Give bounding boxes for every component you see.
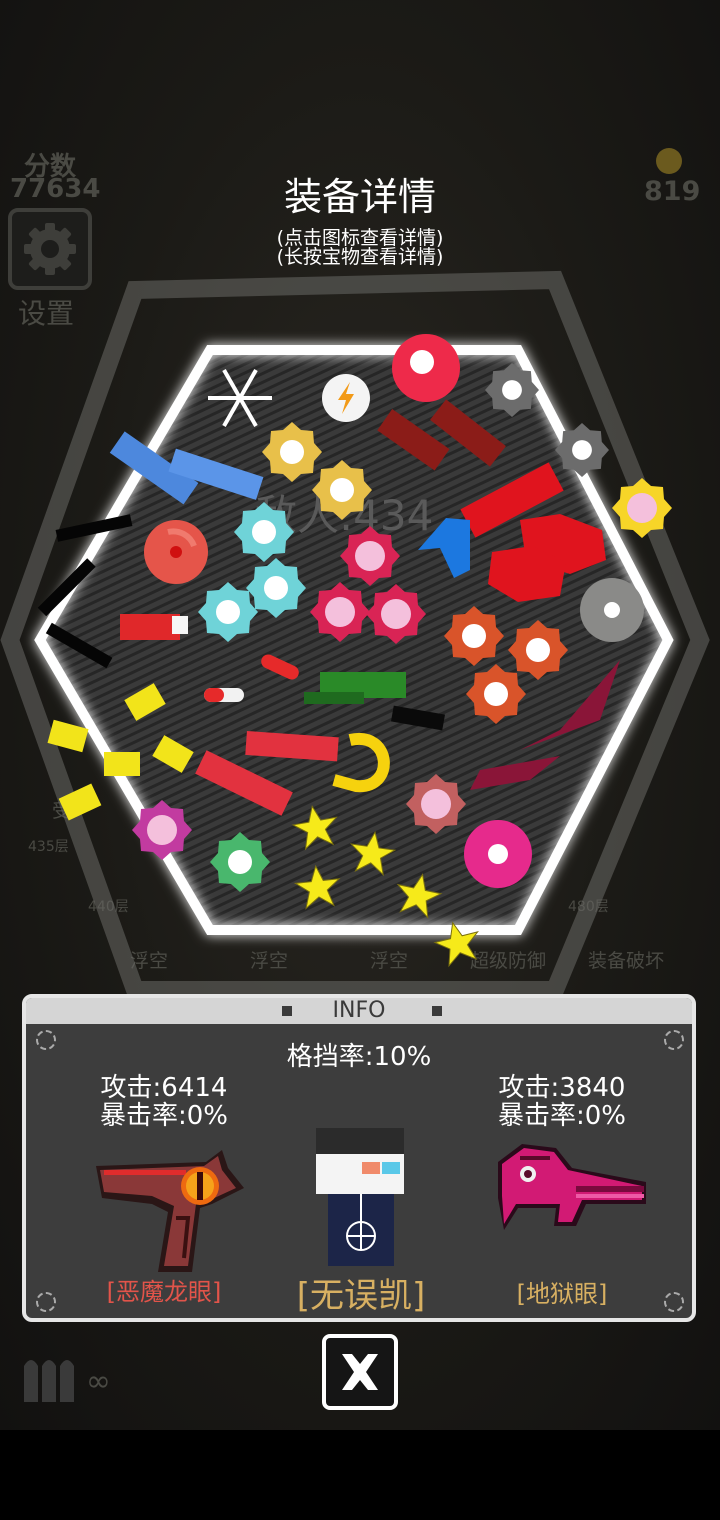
- ammo-count: ∞: [86, 1364, 111, 1399]
- red-block-item-tip: [172, 616, 188, 634]
- ammo-icon: [24, 1360, 74, 1402]
- right-weapon-name: [地狱眼]: [516, 1280, 608, 1308]
- demon-dragon-eye-weapon[interactable]: [92, 1148, 244, 1278]
- lightning-icon[interactable]: [322, 374, 370, 422]
- block-rate: 格挡率:10%: [286, 1042, 432, 1072]
- treasure-hex: 敌人:434: [0, 270, 710, 999]
- red-block-item[interactable]: [120, 614, 180, 640]
- left-weapon-crit: 暴击率:0%: [99, 1101, 228, 1131]
- gear-item-icon[interactable]: [262, 422, 322, 482]
- hell-eye-weapon[interactable]: [496, 1138, 648, 1238]
- gear-item-icon[interactable]: [198, 582, 258, 642]
- screw-icon: [664, 1292, 684, 1312]
- character-avatar[interactable]: [316, 1128, 408, 1266]
- right-weapon-crit: 暴击率:0%: [497, 1101, 626, 1131]
- gear-item-icon[interactable]: [612, 478, 672, 538]
- gear-item-icon[interactable]: [310, 582, 370, 642]
- gear-item-icon[interactable]: [466, 664, 526, 724]
- left-weapon-name: [恶魔龙眼]: [106, 1278, 222, 1306]
- grey-ring-item[interactable]: [580, 578, 644, 642]
- close-icon: [342, 1354, 378, 1390]
- hint-tap-icon: (点击图标查看详情): [276, 227, 444, 249]
- red-ring-item[interactable]: [392, 334, 460, 402]
- green-bar-shadow: [304, 692, 364, 704]
- info-title: INFO: [332, 998, 386, 1023]
- dialog-title: 装备详情: [283, 175, 436, 219]
- gear-item-icon[interactable]: [366, 584, 426, 644]
- screw-icon: [36, 1292, 56, 1312]
- hint-long-press: (长按宝物查看详情): [276, 246, 444, 268]
- left-weapon-attack: 攻击:6414: [100, 1073, 228, 1103]
- navigation-bar: [0, 1430, 720, 1520]
- gear-item-icon[interactable]: [508, 620, 568, 680]
- gear-item-icon[interactable]: [406, 774, 466, 834]
- gear-item-icon[interactable]: [132, 800, 192, 860]
- right-weapon-attack: 攻击:3840: [498, 1073, 626, 1103]
- gear-item-icon[interactable]: [340, 526, 400, 586]
- character-name: [无误凯]: [296, 1276, 426, 1316]
- gear-item-icon[interactable]: [210, 832, 270, 892]
- close-button[interactable]: [322, 1334, 398, 1410]
- gear-item-icon[interactable]: [312, 460, 372, 520]
- gear-item-icon[interactable]: [234, 502, 294, 562]
- info-panel: INFO 格挡率:10% 攻击:6414 暴击率:0% 攻击:3840 暴击率:…: [22, 994, 696, 1322]
- gear-item-icon[interactable]: [444, 606, 504, 666]
- pink-ring-item[interactable]: [464, 820, 532, 888]
- red-ring-item[interactable]: [144, 520, 208, 584]
